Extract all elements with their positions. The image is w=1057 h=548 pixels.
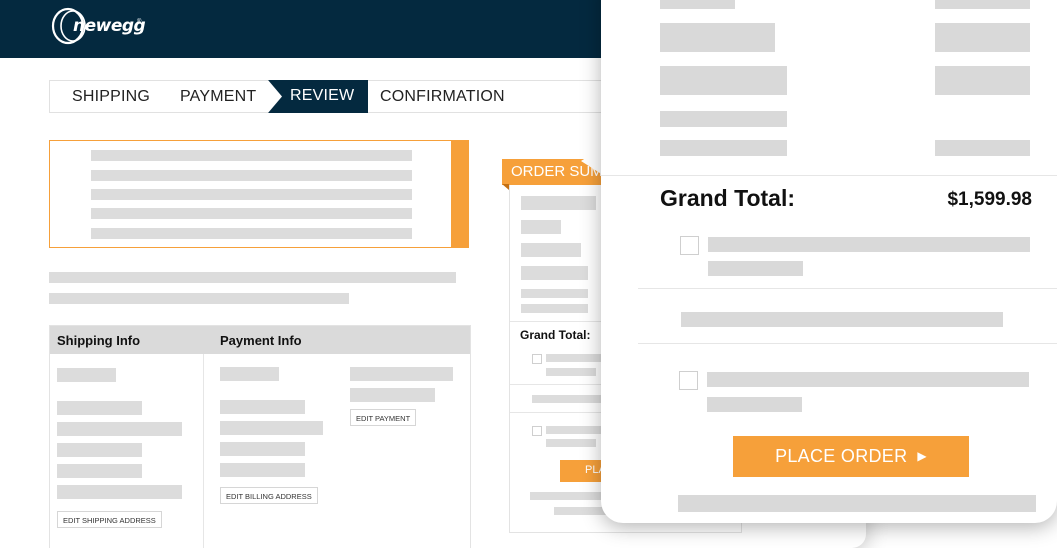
summary-line bbox=[530, 492, 610, 500]
summary-line bbox=[521, 304, 588, 313]
summary-line bbox=[935, 66, 1030, 95]
notice-line bbox=[91, 189, 412, 200]
summary-line bbox=[521, 196, 596, 210]
edit-payment-button[interactable]: EDIT PAYMENT bbox=[350, 409, 417, 426]
terms-checkbox[interactable] bbox=[680, 236, 699, 255]
payment-line bbox=[350, 367, 453, 381]
info-panel-header: Shipping Info Payment Info bbox=[50, 326, 470, 354]
payment-info-title: Payment Info bbox=[220, 333, 302, 348]
step-shipping[interactable]: SHIPPING bbox=[72, 88, 150, 106]
card-divider bbox=[638, 343, 1057, 344]
edit-billing-address-button[interactable]: EDIT BILLING ADDRESS bbox=[220, 487, 318, 504]
summary-grand-total-label: Grand Total: bbox=[520, 328, 591, 342]
edit-shipping-address-button[interactable]: EDIT SHIPPING ADDRESS bbox=[57, 511, 162, 528]
notice-box bbox=[49, 140, 469, 248]
summary-line bbox=[546, 426, 606, 434]
notice-line bbox=[91, 150, 412, 161]
summary-line bbox=[935, 0, 1030, 9]
card-divider bbox=[638, 288, 1057, 289]
notice-accent-stripe bbox=[451, 141, 468, 247]
step-review-active[interactable]: REVIEW bbox=[268, 80, 368, 113]
newegg-logo[interactable]: newegg ® bbox=[48, 7, 148, 45]
payment-line bbox=[220, 421, 323, 435]
checkbox-text-line bbox=[707, 372, 1029, 387]
summary-line bbox=[660, 0, 735, 9]
summary-line bbox=[521, 220, 561, 234]
shipping-line bbox=[57, 401, 142, 415]
callout-pointer bbox=[581, 147, 603, 175]
summary-line bbox=[660, 140, 787, 156]
shipping-line bbox=[57, 422, 182, 436]
notice-line bbox=[91, 170, 412, 181]
summary-line bbox=[660, 111, 787, 127]
summary-line bbox=[521, 266, 588, 280]
summary-line bbox=[935, 140, 1030, 156]
notice-line bbox=[91, 228, 412, 239]
summary-line bbox=[521, 289, 588, 298]
option-checkbox[interactable] bbox=[679, 371, 698, 390]
step-confirmation[interactable]: CONFIRMATION bbox=[380, 88, 505, 106]
play-arrow-icon: ▶ bbox=[917, 449, 927, 463]
checkbox-text-line bbox=[708, 237, 1030, 252]
tab-fold bbox=[502, 184, 509, 190]
summary-checkbox[interactable] bbox=[532, 354, 542, 364]
trademark: ® bbox=[137, 19, 142, 25]
summary-checkbox[interactable] bbox=[532, 426, 542, 436]
zoomed-order-summary-card: Grand Total: $1,599.98 PLACE ORDER ▶ bbox=[601, 0, 1057, 523]
text-line bbox=[681, 312, 1003, 327]
footer-text-line bbox=[678, 495, 1036, 512]
payment-line bbox=[350, 388, 435, 402]
shipping-line bbox=[57, 443, 142, 457]
place-order-label: PLACE ORDER bbox=[775, 446, 908, 466]
grand-total-label: Grand Total: bbox=[660, 185, 796, 211]
checkout-steps: SHIPPING PAYMENT REVIEW CONFIRMATION bbox=[49, 80, 629, 113]
shipping-line bbox=[57, 464, 142, 478]
payment-line bbox=[220, 442, 305, 456]
shipping-info-title: Shipping Info bbox=[57, 333, 141, 348]
summary-line bbox=[532, 395, 602, 403]
text-line bbox=[49, 272, 456, 283]
payment-line bbox=[220, 400, 305, 414]
step-review: REVIEW bbox=[290, 87, 355, 104]
step-payment[interactable]: PAYMENT bbox=[180, 88, 256, 106]
summary-line bbox=[546, 368, 596, 376]
payment-line bbox=[220, 367, 279, 381]
grand-total-value: $1,599.98 bbox=[947, 189, 1032, 210]
summary-line bbox=[521, 243, 581, 257]
checkbox-text-line bbox=[708, 261, 803, 276]
column-divider bbox=[203, 354, 204, 548]
summary-line bbox=[546, 354, 606, 362]
card-divider bbox=[601, 175, 1057, 176]
checkbox-text-line bbox=[707, 397, 802, 412]
summary-line bbox=[660, 66, 787, 95]
notice-line bbox=[91, 208, 412, 219]
summary-line bbox=[935, 23, 1030, 52]
info-panel: Shipping Info Payment Info EDIT SHIPPING… bbox=[49, 325, 471, 548]
logo-text: newegg bbox=[73, 16, 146, 36]
place-order-button[interactable]: PLACE ORDER ▶ bbox=[733, 436, 969, 477]
shipping-line bbox=[57, 485, 182, 499]
payment-line bbox=[220, 463, 305, 477]
summary-line bbox=[660, 23, 775, 52]
shipping-line bbox=[57, 368, 116, 382]
text-line bbox=[49, 293, 349, 304]
summary-line bbox=[546, 439, 596, 447]
